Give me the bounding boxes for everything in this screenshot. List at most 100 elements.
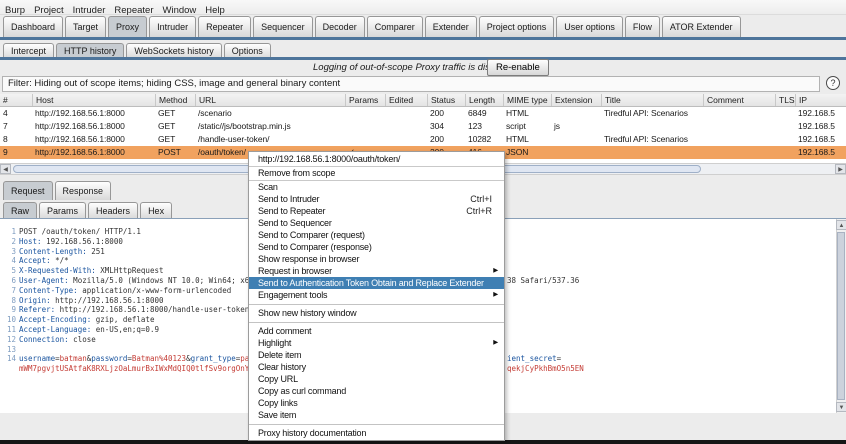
scrollbar-thumb[interactable] — [837, 232, 845, 400]
col-header-tls[interactable]: TLS — [775, 94, 795, 106]
context-menu-item-show-response-in-browser[interactable]: Show response in browser — [249, 253, 504, 265]
tab-dashboard[interactable]: Dashboard — [3, 16, 63, 37]
col-header-title[interactable]: Title — [601, 94, 703, 106]
request-text: username — [19, 354, 55, 363]
col-header-ip[interactable]: IP — [795, 94, 846, 106]
context-menu-item-send-to-comparer-request[interactable]: Send to Comparer (request) — [249, 229, 504, 241]
col-header-mime-type[interactable]: MIME type — [503, 94, 551, 106]
col-header-url[interactable]: URL — [195, 94, 345, 106]
tab-decoder[interactable]: Decoder — [315, 16, 365, 37]
tab-target[interactable]: Target — [65, 16, 106, 37]
col-header-[interactable]: # — [0, 94, 32, 106]
context-menu-item-http-192-168-56-1-8000-oauth-token[interactable]: http://192.168.56.1:8000/oauth/token/ — [249, 153, 504, 167]
cell-params — [345, 133, 385, 146]
context-menu-item-remove-from-scope[interactable]: Remove from scope — [249, 167, 504, 181]
line-number: 1 — [2, 227, 16, 237]
cell-edited — [385, 120, 427, 133]
cell-method: POST — [155, 146, 195, 159]
context-menu-item-send-to-intruder[interactable]: Send to IntruderCtrl+I — [249, 193, 504, 205]
line-number: 5 — [2, 266, 16, 276]
cell-ext: js — [551, 120, 601, 133]
request-text: Content-Type: — [19, 286, 78, 295]
line-number: 3 — [2, 247, 16, 257]
request-text: Accept: — [19, 256, 51, 265]
scroll-up-icon[interactable]: ▲ — [836, 220, 846, 230]
col-header-comment[interactable]: Comment — [703, 94, 775, 106]
col-header-method[interactable]: Method — [155, 94, 195, 106]
submenu-arrow-icon: ▶ — [493, 265, 498, 277]
shortcut-label: Ctrl+I — [470, 193, 492, 205]
context-menu-item-highlight[interactable]: Highlight▶ — [249, 337, 504, 349]
tab-ator-extender[interactable]: ATOR Extender — [662, 16, 741, 37]
col-header-params[interactable]: Params — [345, 94, 385, 106]
scroll-right-icon[interactable]: ▶ — [835, 164, 846, 174]
context-menu-item-request-in-browser[interactable]: Request in browser▶ — [249, 265, 504, 277]
tab-repeater[interactable]: Repeater — [198, 16, 251, 37]
cell-ip: 192.168.5 — [795, 120, 846, 133]
tab-response[interactable]: Response — [55, 181, 112, 200]
tab-proxy[interactable]: Proxy — [108, 16, 147, 37]
context-menu-item-send-to-repeater[interactable]: Send to RepeaterCtrl+R — [249, 205, 504, 217]
tab-extender[interactable]: Extender — [425, 16, 477, 37]
context-menu-item-add-comment[interactable]: Add comment — [249, 325, 504, 337]
history-row-7[interactable]: 7http://192.168.56.1:8000GET/static//js/… — [0, 120, 846, 133]
context-menu-item-send-to-sequencer[interactable]: Send to Sequencer — [249, 217, 504, 229]
request-line: POST /oauth/token/ HTTP/1.1 — [19, 227, 141, 237]
tab-hex[interactable]: Hex — [140, 202, 172, 219]
tab-sequencer[interactable]: Sequencer — [253, 16, 313, 37]
col-header-extension[interactable]: Extension — [551, 94, 601, 106]
cell-host: http://192.168.56.1:8000 — [32, 146, 155, 159]
tab-intruder[interactable]: Intruder — [149, 16, 196, 37]
context-menu-item-copy-links[interactable]: Copy links — [249, 397, 504, 409]
tab-params[interactable]: Params — [39, 202, 86, 219]
tab-flow[interactable]: Flow — [625, 16, 660, 37]
tab-comparer[interactable]: Comparer — [367, 16, 423, 37]
context-menu-item-copy-url[interactable]: Copy URL — [249, 373, 504, 385]
re-enable-button[interactable]: Re-enable — [487, 59, 549, 76]
context-menu-item-delete-item[interactable]: Delete item — [249, 349, 504, 361]
context-menu-item-engagement-tools[interactable]: Engagement tools▶ — [249, 289, 504, 301]
cell-host: http://192.168.56.1:8000 — [32, 120, 155, 133]
col-header-status[interactable]: Status — [427, 94, 465, 106]
scroll-left-icon[interactable]: ◀ — [0, 164, 11, 174]
history-row-8[interactable]: 8http://192.168.56.1:8000GET/handle-user… — [0, 133, 846, 146]
line-number: 12 — [2, 335, 16, 345]
scroll-down-icon[interactable]: ▼ — [836, 402, 846, 412]
cell-mime: HTML — [503, 107, 551, 120]
request-response-tab-bar: RequestResponse — [3, 181, 113, 200]
tab-project-options[interactable]: Project options — [479, 16, 555, 37]
request-text: Content-Length: — [19, 247, 87, 256]
context-menu-item-send-to-comparer-response[interactable]: Send to Comparer (response) — [249, 241, 504, 253]
line-number: 7 — [2, 286, 16, 296]
request-text: http://192.168.56.1:8000/handle-user-tok… — [55, 305, 254, 314]
context-menu-item-copy-as-curl-command[interactable]: Copy as curl command — [249, 385, 504, 397]
tab-headers[interactable]: Headers — [88, 202, 138, 219]
request-text: 251 — [87, 247, 105, 256]
context-menu-item-scan[interactable]: Scan — [249, 181, 504, 193]
shortcut-label: Ctrl+R — [466, 205, 492, 217]
history-row-4[interactable]: 4http://192.168.56.1:8000GET/scenario200… — [0, 107, 846, 120]
col-header-edited[interactable]: Edited — [385, 94, 427, 106]
context-menu-item-show-new-history-window[interactable]: Show new history window — [249, 307, 504, 319]
cell-tls — [775, 133, 795, 146]
tab-request[interactable]: Request — [3, 181, 53, 200]
help-icon[interactable]: ? — [826, 76, 840, 90]
context-menu-item-proxy-history-documentation[interactable]: Proxy history documentation — [249, 427, 504, 439]
tab-raw[interactable]: Raw — [3, 202, 37, 219]
context-menu-item-save-item[interactable]: Save item — [249, 409, 504, 421]
cell-ext — [551, 107, 601, 120]
context-menu-item-send-to-authentication-token-obtain-and-replace-extender[interactable]: Send to Authentication Token Obtain and … — [249, 277, 504, 289]
col-header-host[interactable]: Host — [32, 94, 155, 106]
cell-title — [601, 146, 703, 159]
request-line: X-Requested-With: XMLHttpRequest — [19, 266, 164, 276]
context-menu-item-clear-history[interactable]: Clear history — [249, 361, 504, 373]
cell-comment — [703, 146, 775, 159]
col-header-length[interactable]: Length — [465, 94, 503, 106]
cell-host: http://192.168.56.1:8000 — [32, 107, 155, 120]
cell-status: 304 — [427, 120, 465, 133]
request-text: Host: — [19, 237, 42, 246]
message-view-tab-bar: RawParamsHeadersHex — [3, 201, 174, 218]
filter-bar[interactable]: Filter: Hiding out of scope items; hidin… — [2, 76, 820, 92]
tab-user-options[interactable]: User options — [556, 16, 623, 37]
cell-host: http://192.168.56.1:8000 — [32, 133, 155, 146]
